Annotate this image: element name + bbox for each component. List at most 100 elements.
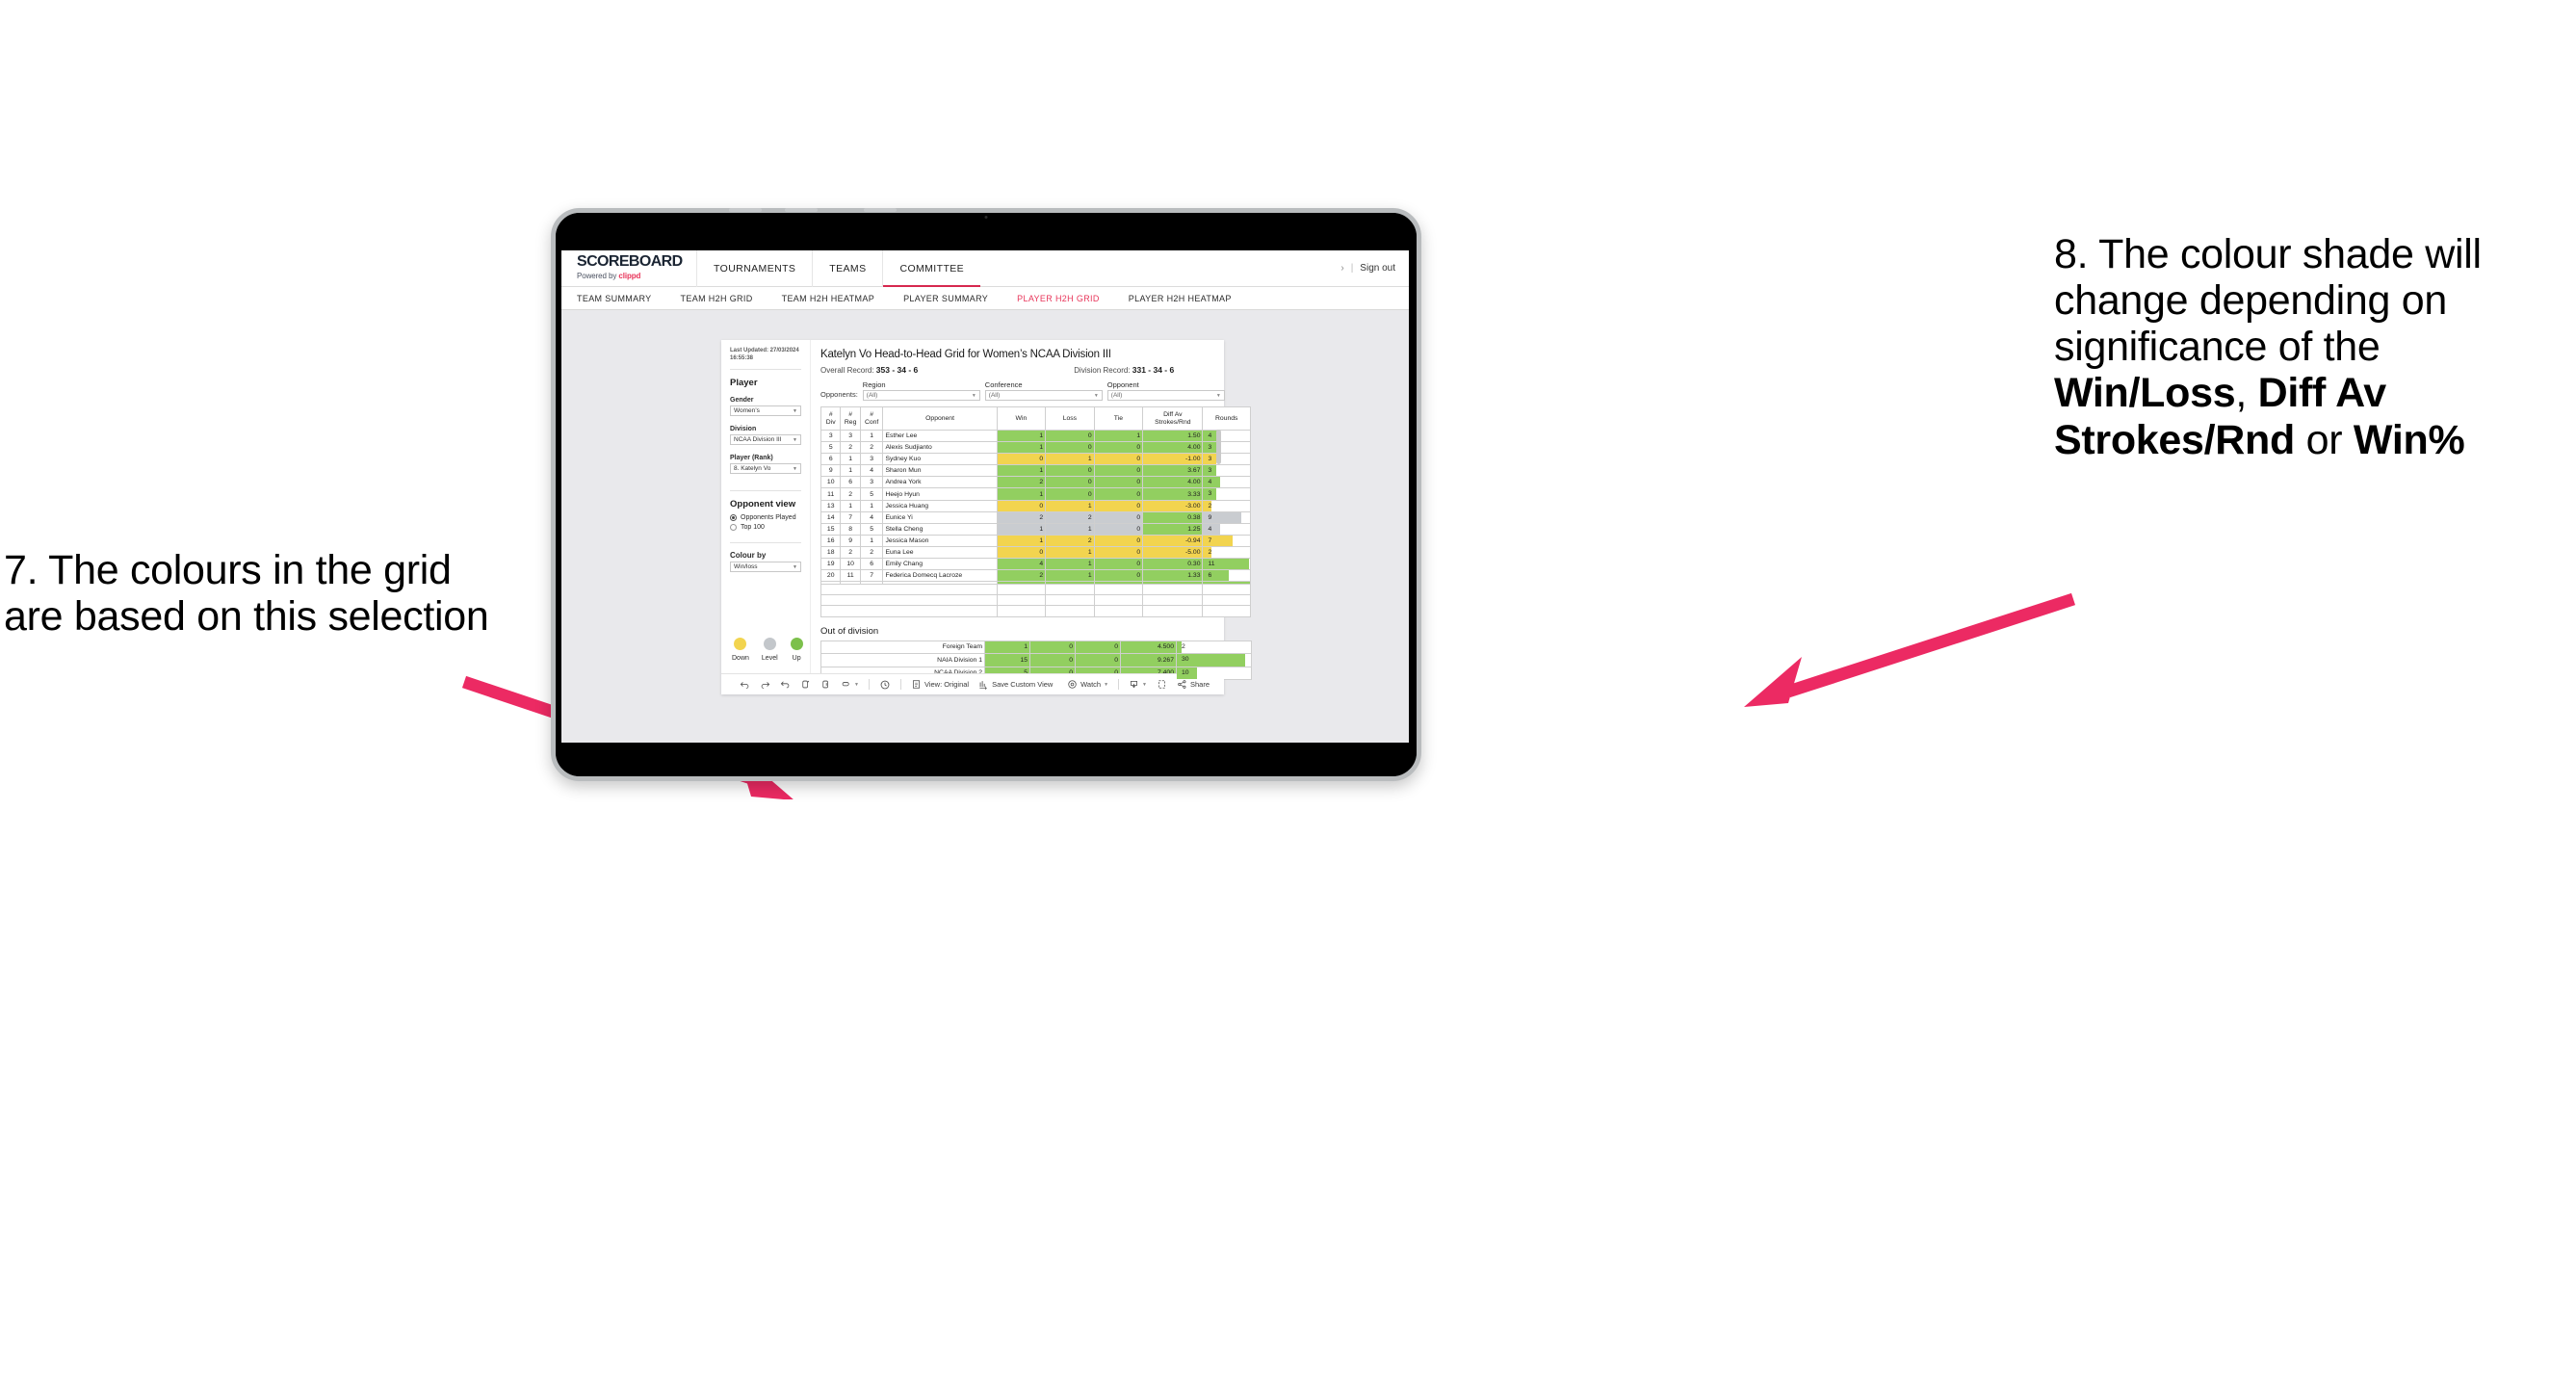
col-reg[interactable]: # Reg [840,406,861,431]
cell-opponent: Stella Cheng [882,522,998,536]
overall-record-label: Overall Record: [820,366,876,375]
refresh-button[interactable] [795,679,816,690]
subnav-team-h2h-grid[interactable]: TEAM H2H GRID [681,294,768,303]
out-of-division-row[interactable]: NAIA Division 1 15 0 0 9.267 30 [820,653,1252,667]
table-row[interactable]: 13 1 1 Jessica Huang 0 1 0 -3.00 2 [820,499,1251,512]
toolbar-divider [899,679,901,690]
legend-item-up: Up [790,638,803,662]
cell-div: 6 [820,453,842,466]
nav-committee[interactable]: COMMITTEE [882,250,980,287]
nav-tournaments[interactable]: TOURNAMENTS [696,250,812,287]
table-row[interactable]: 20 11 7 Federica Domecq Lacroze 2 1 0 1.33 6 [820,569,1251,583]
select-colour-by[interactable]: Win/loss ▼ [730,562,801,573]
radio-top-100[interactable]: Top 100 [730,524,801,532]
select-division[interactable]: NCAA Division III ▼ [730,434,801,446]
col-diff-av-strokes[interactable]: Diff Av Strokes/Rnd [1142,406,1204,431]
col-opponent[interactable]: Opponent [882,406,998,431]
chevron-down-icon: ▼ [1215,392,1221,399]
table-scrollbar[interactable] [1216,430,1221,464]
subnav-team-summary[interactable]: TEAM SUMMARY [577,294,667,303]
cell-win: 2 [996,510,1047,524]
filter-region-select[interactable]: (All) ▼ [862,390,980,401]
cell-opponent: Emily Chang [882,558,998,571]
table-row[interactable]: 16 9 1 Jessica Mason 1 2 0 -0.94 7 [820,534,1251,547]
view-original-button[interactable]: View: Original [906,679,974,690]
cell-reg: 2 [840,441,861,455]
table-row[interactable]: 9 1 4 Sharon Mun 1 0 0 3.67 3 [820,464,1251,478]
powered-by-text: Powered by [577,272,619,280]
col-win[interactable]: Win [996,406,1047,431]
cell-opponent: Sydney Kuo [882,453,998,466]
download-button[interactable]: ▼ [1124,679,1152,690]
pause-button[interactable] [816,679,836,690]
highlight-button[interactable]: ▼ [836,679,864,690]
cell-conf: 1 [859,534,884,547]
share-button[interactable]: Share [1172,679,1214,690]
select-gender[interactable]: Women’s ▼ [730,405,801,417]
subnav-team-h2h-heatmap[interactable]: TEAM H2H HEATMAP [782,294,890,303]
table-row[interactable]: 6 1 3 Sydney Kuo 0 1 0 -1.00 3 [820,453,1251,466]
table-row[interactable]: 14 7 4 Eunice Yi 2 2 0 0.38 9 [820,510,1251,524]
cell-tie: 0 [1093,558,1144,571]
cell-rounds: 3 [1202,464,1251,478]
filter-opponent-select[interactable]: (All) ▼ [1106,390,1225,401]
radio-opponents-played[interactable]: Opponents Played [730,514,801,522]
division-record-label: Division Record: [1074,366,1132,375]
nav-teams[interactable]: TEAMS [812,250,882,287]
chevron-down-icon: ▼ [793,436,797,443]
chevron-down-icon: ▼ [793,465,797,472]
save-custom-view-button[interactable]: Save Custom View [974,679,1057,690]
out-of-division-row[interactable]: Foreign Team 1 0 0 4.500 2 [820,640,1252,654]
subnav-player-h2h-heatmap[interactable]: PLAYER H2H HEATMAP [1129,294,1247,303]
cell-diff: 0.38 [1142,510,1204,524]
radio-top-100-label: Top 100 [741,524,765,532]
subnav-player-summary[interactable]: PLAYER SUMMARY [903,294,1003,303]
table-row-empty [820,584,1251,596]
label-division: Division [730,426,757,433]
pause-auto-update-button[interactable] [874,679,896,691]
chevron-down-icon: ▼ [854,681,859,688]
col-rounds[interactable]: Rounds [1202,406,1251,431]
cell-diff: -1.00 [1142,453,1204,466]
cell-reg: 8 [840,522,861,536]
undo-button[interactable] [735,679,755,690]
cell-win: 2 [996,476,1047,489]
chevron-right-icon[interactable]: › [1340,263,1343,274]
cell-rounds: 4 [1202,429,1251,443]
table-row[interactable]: 11 2 5 Heejo Hyun 1 0 0 3.33 3 [820,487,1251,501]
subnav-player-h2h-grid[interactable]: PLAYER H2H GRID [1017,294,1115,303]
fullscreen-button[interactable] [1152,679,1172,690]
filter-opponent: Opponent (All) ▼ [1106,380,1225,401]
cell-ood-win: 15 [984,653,1030,667]
table-row[interactable]: 15 8 5 Stella Cheng 1 1 0 1.25 4 [820,522,1251,536]
select-player-rank[interactable]: 8. Katelyn Vo ▼ [730,463,801,475]
table-row[interactable]: 3 3 1 Esther Lee 1 0 1 1.50 4 [820,429,1251,443]
legend-dot-level [763,638,776,650]
sign-out-link[interactable]: Sign out [1360,263,1395,274]
table-row[interactable]: 5 2 2 Alexis Sudjianto 1 0 0 4.00 3 [820,441,1251,455]
cell-diff: 1.25 [1142,522,1204,536]
col-tie[interactable]: Tie [1093,406,1144,431]
toolbar-divider [1118,679,1120,690]
filter-conference-select[interactable]: (All) ▼ [984,390,1103,401]
col-conf[interactable]: # Conf [859,406,884,431]
annotation-left: 7. The colours in the grid are based on … [4,547,489,641]
brand-logo[interactable]: SCOREBOARD Powered by clippd [561,250,696,286]
cell-div: 9 [820,464,842,478]
redo-button[interactable] [755,679,775,690]
watch-button[interactable]: Watch ▼ [1062,679,1113,690]
cell-opponent: Sharon Mun [882,464,998,478]
main-panel: Katelyn Vo Head-to-Head Grid for Women’s… [811,340,1252,680]
col-loss[interactable]: Loss [1045,406,1095,431]
cell-reg: 10 [840,558,861,571]
table-row[interactable]: 18 2 2 Euna Lee 0 1 0 -5.00 2 [820,545,1251,560]
table-row[interactable]: 10 6 3 Andrea York 2 0 0 4.00 4 [820,476,1251,489]
cell-loss: 2 [1045,510,1095,524]
revert-button[interactable] [775,679,795,690]
table-row[interactable]: 19 10 6 Emily Chang 4 1 0 0.30 11 [820,558,1251,571]
col-div[interactable]: # Div [820,406,842,431]
cell-rounds: 6 [1202,569,1251,583]
power-button [864,208,897,212]
cell-rounds: 4 [1202,476,1251,489]
chevron-down-icon: ▼ [1104,681,1109,688]
